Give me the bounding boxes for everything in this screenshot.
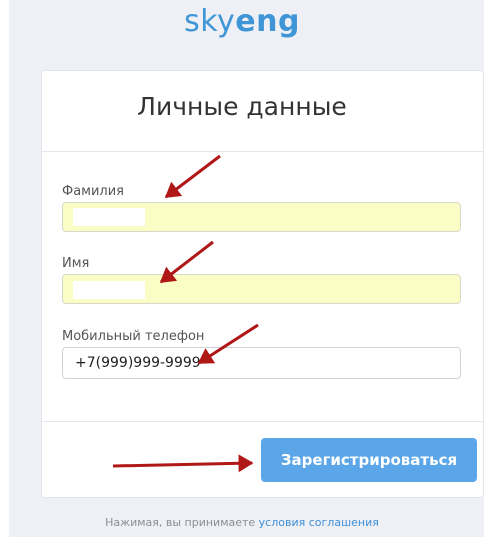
name-input[interactable] [62,274,461,304]
terms-text: Нажимая, вы принимаете [105,516,259,529]
phone-label: Мобильный телефон [62,329,205,344]
terms-link[interactable]: условия соглашения [259,516,379,529]
skyeng-logo: skyeng [184,4,300,39]
terms-footer: Нажимая, вы принимаете условия соглашени… [0,516,484,529]
phone-input[interactable]: +7(999)999-9999 [62,347,461,379]
phone-value: +7(999)999-9999 [75,355,201,371]
surname-input[interactable] [62,202,461,232]
redacted-value [73,281,145,299]
title-divider [42,151,484,152]
name-label: Имя [62,256,90,271]
register-button[interactable]: Зарегистрироваться [261,438,477,482]
redacted-value [73,208,145,226]
actions-divider [42,421,484,422]
form-title: Личные данные [137,92,347,121]
surname-label: Фамилия [62,184,124,199]
